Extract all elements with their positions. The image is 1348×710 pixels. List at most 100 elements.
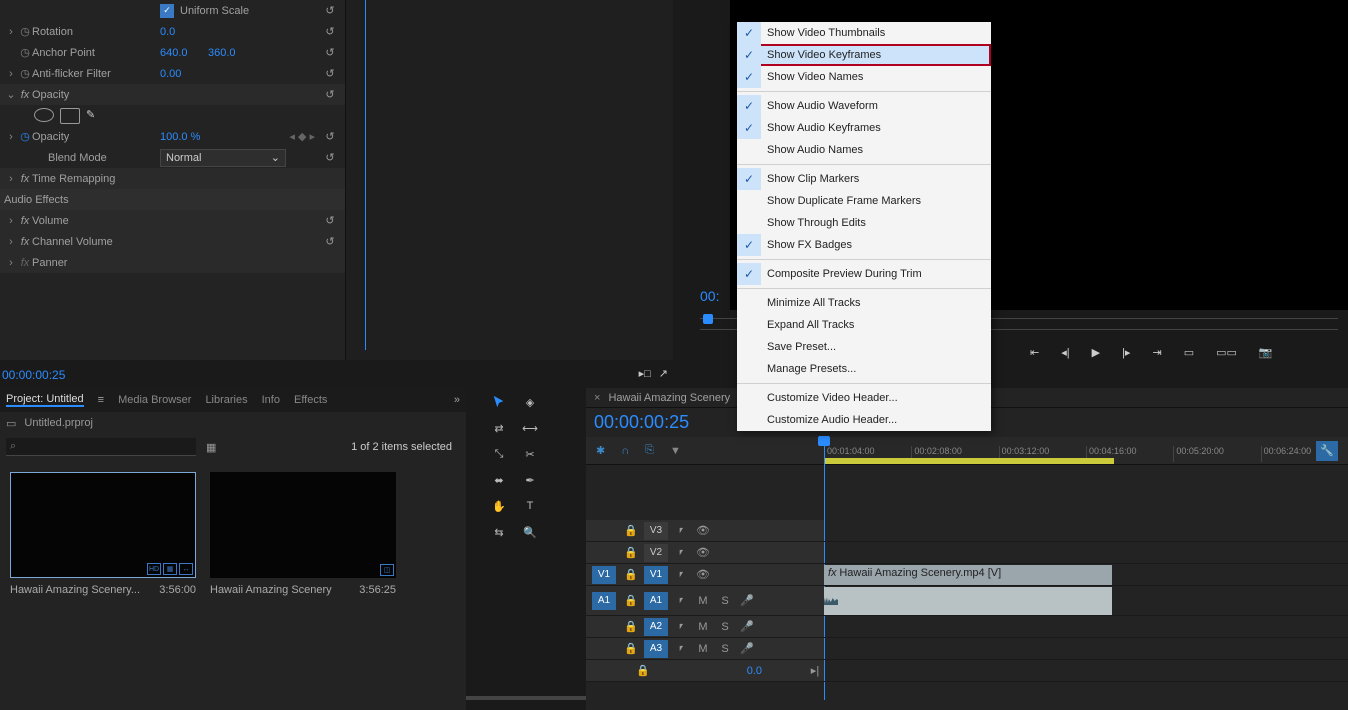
project-item[interactable]: ◫Hawaii Amazing Scenery3:56:25: [210, 472, 396, 596]
track-target-v3[interactable]: V3: [644, 522, 668, 540]
hand-tool-icon[interactable]: ✋: [488, 496, 510, 516]
menu-item[interactable]: ✓Composite Preview During Trim: [737, 263, 991, 285]
uniform-scale-checkbox[interactable]: ✓: [160, 4, 174, 18]
track-target-a2[interactable]: A2: [644, 618, 668, 636]
step-back-icon[interactable]: ◂|: [1061, 346, 1069, 359]
audio-clip[interactable]: [824, 587, 1112, 615]
razor-tool-icon[interactable]: ✂: [519, 444, 541, 464]
play-icon[interactable]: ▶: [1092, 346, 1100, 359]
tab-project[interactable]: Project: Untitled: [6, 393, 84, 407]
menu-item[interactable]: ✓Show Audio Waveform: [737, 95, 991, 117]
clip-thumbnail[interactable]: ◫: [210, 472, 396, 578]
twirl-down-icon[interactable]: ⌄: [4, 88, 18, 101]
source-patch-v1[interactable]: V1: [592, 566, 616, 584]
solo-button[interactable]: S: [716, 619, 734, 635]
lock-icon[interactable]: 🔒: [634, 663, 652, 679]
twirl-icon[interactable]: ›: [4, 68, 18, 80]
voiceover-icon[interactable]: 🎤: [738, 641, 756, 657]
reset-icon[interactable]: ↺: [321, 2, 339, 20]
menu-item[interactable]: Customize Video Header...: [737, 387, 991, 409]
lock-icon[interactable]: 🔒: [622, 567, 640, 583]
keyframe-nav[interactable]: ◂ ◆ ▸: [289, 130, 315, 143]
zoom-tool-icon[interactable]: 🔍: [519, 522, 541, 542]
work-area-bar[interactable]: [824, 458, 1114, 464]
sync-lock-icon[interactable]: ⎖: [672, 567, 690, 583]
stopwatch-icon[interactable]: ◷: [18, 67, 32, 80]
eye-icon[interactable]: 👁: [694, 545, 712, 561]
reset-icon[interactable]: ↺: [321, 233, 339, 251]
time-remap-header[interactable]: › fx Time Remapping: [0, 168, 345, 189]
stopwatch-active-icon[interactable]: ◷: [18, 130, 32, 143]
snap-icon[interactable]: ∩: [621, 445, 629, 457]
step-fwd-icon[interactable]: |▸: [1122, 346, 1130, 359]
track-target-v1[interactable]: V1: [644, 566, 668, 584]
menu-item[interactable]: Save Preset...: [737, 336, 991, 358]
source-timecode[interactable]: 00:00:00:25: [2, 368, 65, 382]
voiceover-icon[interactable]: 🎤: [738, 593, 756, 609]
mute-button[interactable]: M: [694, 641, 712, 657]
track-select-tool-icon[interactable]: ◈: [519, 392, 541, 412]
anchor-y-value[interactable]: 360.0: [208, 47, 236, 59]
channel-volume-header[interactable]: ›fx Channel Volume ↺: [0, 231, 345, 252]
nest-icon[interactable]: ✱: [596, 444, 605, 457]
mark-out-icon[interactable]: ⇥: [1152, 346, 1161, 359]
lock-icon[interactable]: 🔒: [622, 523, 640, 539]
menu-item[interactable]: ✓Show Video Thumbnails: [737, 22, 991, 44]
menu-item[interactable]: Show Through Edits: [737, 212, 991, 234]
reset-icon[interactable]: ↺: [321, 86, 339, 104]
clip-thumbnail[interactable]: HD▦↔: [10, 472, 196, 578]
antiflicker-value[interactable]: 0.00: [160, 68, 181, 80]
twirl-icon[interactable]: ›: [4, 173, 18, 185]
reset-icon[interactable]: ↺: [321, 212, 339, 230]
volume-header[interactable]: ›fx Volume ↺: [0, 210, 345, 231]
menu-item[interactable]: ✓Show Clip Markers: [737, 168, 991, 190]
reset-icon[interactable]: ↺: [321, 65, 339, 83]
tab-effects[interactable]: Effects: [294, 394, 327, 406]
track-target-a3[interactable]: A3: [644, 640, 668, 658]
twirl-icon[interactable]: ›: [4, 131, 18, 143]
ripple-edit-tool-icon[interactable]: ⇄: [488, 418, 510, 438]
sync-lock-icon[interactable]: ⎖: [672, 593, 690, 609]
camera-icon[interactable]: 📷: [1259, 346, 1273, 359]
mute-button[interactable]: M: [694, 593, 712, 609]
voiceover-icon[interactable]: 🎤: [738, 619, 756, 635]
solo-button[interactable]: S: [716, 593, 734, 609]
panel-menu-icon[interactable]: ≡: [98, 394, 104, 406]
tab-info[interactable]: Info: [262, 394, 280, 406]
menu-item[interactable]: ✓Show Audio Keyframes: [737, 117, 991, 139]
marker-icon[interactable]: ▼: [670, 445, 681, 457]
opacity-value[interactable]: 100.0 %: [160, 131, 200, 143]
stopwatch-icon[interactable]: ◷: [18, 25, 32, 38]
eye-icon[interactable]: 👁: [694, 523, 712, 539]
sync-lock-icon[interactable]: ⎖: [672, 523, 690, 539]
lift-icon[interactable]: ▭: [1184, 346, 1194, 359]
filter-bin-icon[interactable]: ▦: [206, 441, 216, 454]
ellipse-mask-icon[interactable]: [34, 108, 54, 122]
type-tool-icon[interactable]: T: [519, 496, 541, 516]
rotation-value[interactable]: 0.0: [160, 26, 175, 38]
blend-mode-select[interactable]: Normal ⌄: [160, 149, 286, 167]
eye-icon[interactable]: 👁: [694, 567, 712, 583]
project-search-input[interactable]: [6, 438, 196, 456]
menu-item[interactable]: Show Duplicate Frame Markers: [737, 190, 991, 212]
menu-item[interactable]: ✓Show Video Keyframes: [737, 44, 991, 66]
overflow-icon[interactable]: »: [454, 394, 460, 406]
rect-mask-icon[interactable]: [60, 108, 80, 124]
reset-icon[interactable]: ↺: [321, 23, 339, 41]
menu-item[interactable]: Manage Presets...: [737, 358, 991, 380]
export-frame-icon[interactable]: ↗: [659, 367, 668, 380]
menu-item[interactable]: ✓Show Video Names: [737, 66, 991, 88]
anchor-x-value[interactable]: 640.0: [160, 47, 188, 59]
play-around-icon[interactable]: ▸□: [639, 367, 651, 380]
go-to-next-icon[interactable]: ▸|: [806, 663, 824, 679]
tab-media-browser[interactable]: Media Browser: [118, 394, 191, 406]
reset-icon[interactable]: ↺: [321, 128, 339, 146]
extract-icon[interactable]: ▭▭: [1216, 346, 1237, 359]
menu-item[interactable]: Minimize All Tracks: [737, 292, 991, 314]
menu-item[interactable]: Show Audio Names: [737, 139, 991, 161]
source-patch-a1[interactable]: A1: [592, 592, 616, 610]
pen-mask-icon[interactable]: ✎: [86, 108, 95, 124]
mute-button[interactable]: M: [694, 619, 712, 635]
selection-tool-icon[interactable]: [488, 392, 510, 412]
zoom-value[interactable]: 0.0: [747, 665, 762, 677]
